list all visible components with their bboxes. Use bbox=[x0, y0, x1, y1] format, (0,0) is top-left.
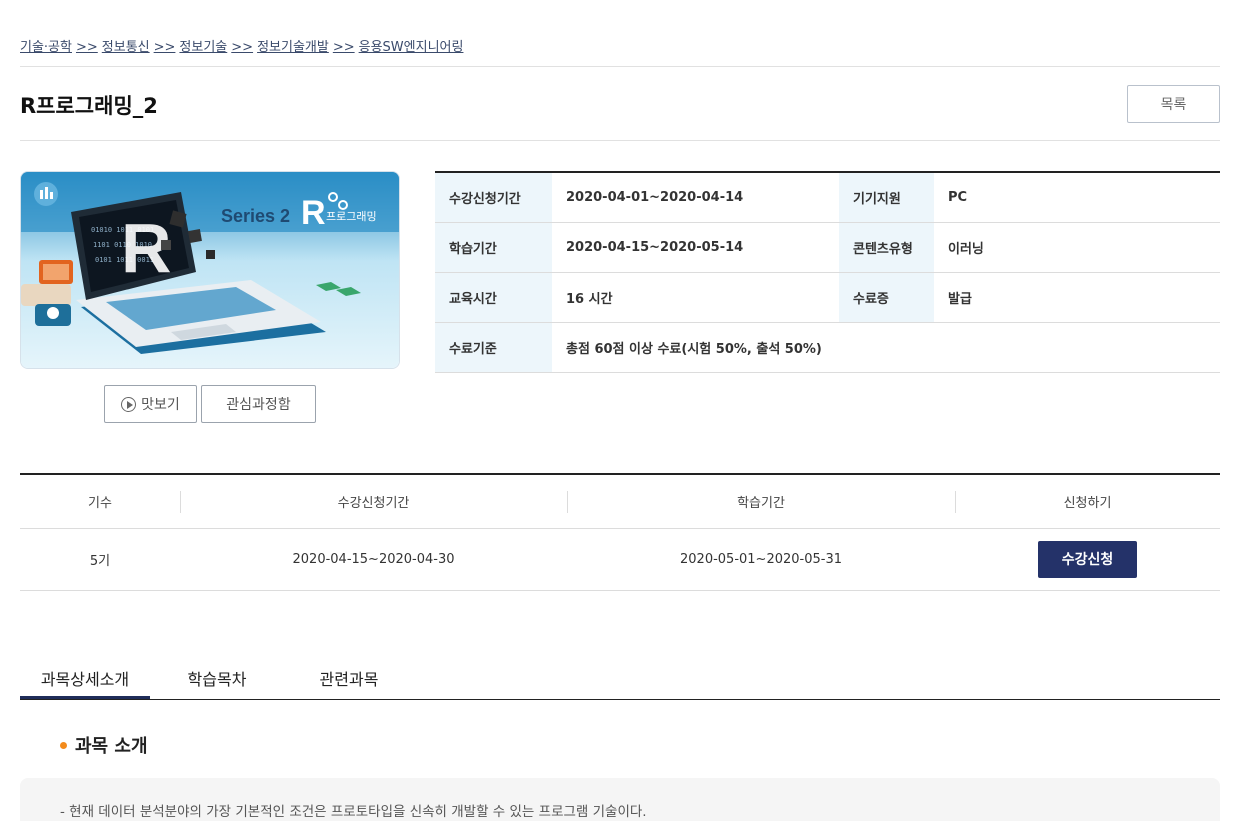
thumbnail-actions: 맛보기 관심과정함 bbox=[104, 385, 316, 423]
description-text: - 현재 데이터 분석분야의 가장 기본적인 조건은 프로토타입을 신속히 개발… bbox=[60, 804, 647, 820]
bullet-dot-icon bbox=[60, 741, 67, 749]
session-term: 5기 bbox=[20, 528, 180, 591]
info-row: 학습기간 2020-04-15~2020-05-14 콘텐츠유형 이러닝 bbox=[435, 222, 1220, 273]
info-label-hours: 교육시간 bbox=[435, 272, 552, 323]
course-thumbnail: Series 2 R 프로그래밍 01010 1011 0101 1101 01… bbox=[20, 171, 400, 369]
session-header-apply: 신청하기 bbox=[955, 474, 1220, 529]
breadcrumb-separator: >> bbox=[231, 40, 254, 55]
preview-button[interactable]: 맛보기 bbox=[104, 385, 197, 423]
session-table: 기수 수강신청기간 학습기간 신청하기 5기 2020-04-15~2020-0… bbox=[20, 473, 1220, 591]
session-header-study-period: 학습기간 bbox=[567, 474, 955, 529]
info-label-study-period: 학습기간 bbox=[435, 222, 552, 273]
info-value-content-type: 이러닝 bbox=[934, 222, 1220, 273]
session-study-period: 2020-05-01~2020-05-31 bbox=[567, 528, 955, 591]
tab-curriculum[interactable]: 학습목차 bbox=[150, 656, 284, 699]
thumbnail-subtitle: 프로그래밍 bbox=[326, 210, 377, 223]
breadcrumb-separator: >> bbox=[332, 40, 355, 55]
info-value-hours: 16 시간 bbox=[552, 272, 839, 323]
description-box: - 현재 데이터 분석분야의 가장 기본적인 조건은 프로토타입을 신속히 개발… bbox=[20, 778, 1220, 821]
breadcrumb-item-4[interactable]: 응용SW엔지니어링 bbox=[359, 40, 464, 55]
breadcrumb-item-2[interactable]: 정보기술 bbox=[179, 40, 227, 55]
session-header-row: 기수 수강신청기간 학습기간 신청하기 bbox=[20, 474, 1220, 529]
course-info-table: 수강신청기간 2020-04-01~2020-04-14 기기지원 PC 학습기… bbox=[435, 171, 1220, 373]
info-label-certificate: 수료증 bbox=[839, 272, 934, 323]
divider bbox=[20, 66, 1220, 67]
breadcrumb-separator: >> bbox=[75, 40, 98, 55]
info-row: 교육시간 16 시간 수료증 발급 bbox=[435, 272, 1220, 323]
breadcrumb-item-3[interactable]: 정보기술개발 bbox=[257, 40, 329, 55]
apply-button[interactable]: 수강신청 bbox=[1038, 540, 1137, 578]
tab-course-detail[interactable]: 과목상세소개 bbox=[20, 656, 150, 699]
session-header-apply-period: 수강신청기간 bbox=[180, 474, 567, 529]
info-row: 수료기준 총점 60점 이상 수료(시험 50%, 출석 50%) bbox=[435, 322, 1220, 373]
table-row: 5기 2020-04-15~2020-04-30 2020-05-01~2020… bbox=[20, 528, 1220, 591]
info-label-apply-period: 수강신청기간 bbox=[435, 172, 552, 223]
info-label-criteria: 수료기준 bbox=[435, 322, 552, 373]
section-title: 과목 소개 bbox=[60, 732, 148, 758]
breadcrumb-item-0[interactable]: 기술·공학 bbox=[20, 40, 72, 55]
breadcrumb: 기술·공학 >> 정보통신 >> 정보기술 >> 정보기술개발 >> 응용SW엔지니어링 bbox=[20, 36, 463, 55]
thumbnail-r-text: R bbox=[301, 194, 326, 232]
info-value-certificate: 발급 bbox=[934, 272, 1220, 323]
session-header-term: 기수 bbox=[20, 474, 180, 529]
breadcrumb-item-1[interactable]: 정보통신 bbox=[102, 40, 150, 55]
session-action-cell: 수강신청 bbox=[955, 528, 1220, 591]
divider bbox=[20, 140, 1220, 141]
page-title: R프로그래밍_2 bbox=[20, 94, 158, 118]
session-apply-period: 2020-04-15~2020-04-30 bbox=[180, 528, 567, 591]
info-value-criteria: 총점 60점 이상 수료(시험 50%, 출석 50%) bbox=[552, 322, 1220, 373]
play-circle-icon bbox=[121, 396, 137, 412]
tab-related-courses[interactable]: 관련과목 bbox=[284, 656, 414, 699]
section-title-text: 과목 소개 bbox=[75, 736, 148, 757]
detail-tabs: 과목상세소개 학습목차 관련과목 bbox=[20, 656, 1220, 700]
preview-button-label: 맛보기 bbox=[141, 397, 180, 413]
info-row: 수강신청기간 2020-04-01~2020-04-14 기기지원 PC bbox=[435, 172, 1220, 223]
thumbnail-series-text: Series 2 bbox=[221, 206, 290, 226]
list-button[interactable]: 목록 bbox=[1127, 85, 1220, 123]
info-value-apply-period: 2020-04-01~2020-04-14 bbox=[552, 172, 839, 223]
info-value-device: PC bbox=[934, 172, 1220, 223]
info-value-study-period: 2020-04-15~2020-05-14 bbox=[552, 222, 839, 273]
breadcrumb-separator: >> bbox=[153, 40, 176, 55]
info-label-device: 기기지원 bbox=[839, 172, 934, 223]
interest-button[interactable]: 관심과정함 bbox=[201, 385, 316, 423]
info-label-content-type: 콘텐츠유형 bbox=[839, 222, 934, 273]
